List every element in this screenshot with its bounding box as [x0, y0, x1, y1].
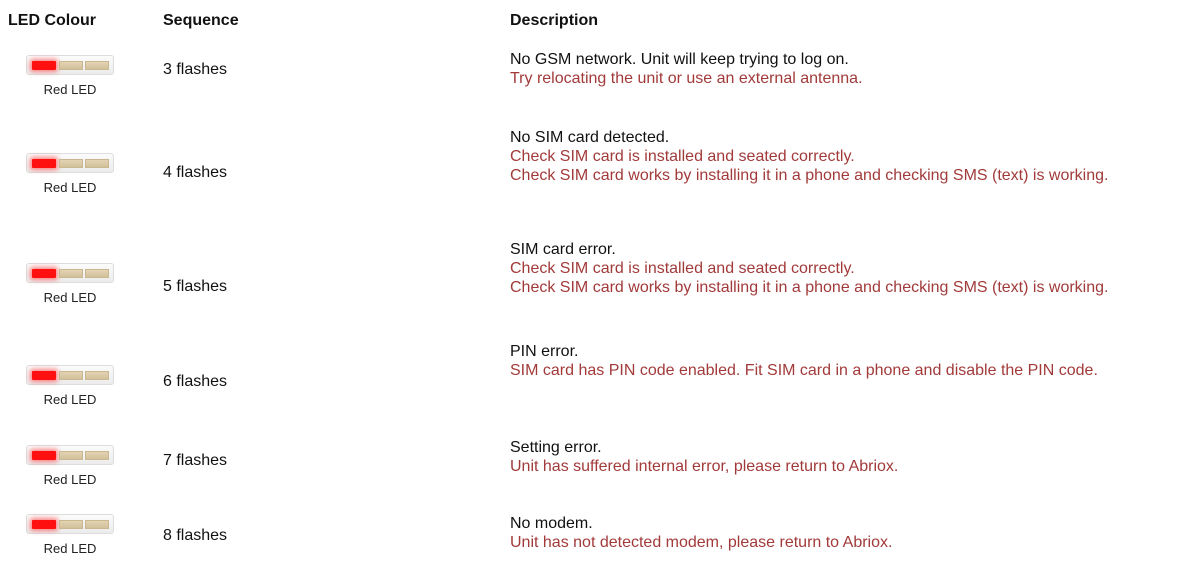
led-strip-icon: [26, 514, 114, 534]
led-indicator-cell: Red LED: [22, 263, 118, 306]
description-cell: No GSM network. Unit will keep trying to…: [510, 50, 1150, 88]
led-off-icon: [85, 451, 109, 460]
description-main: No modem.: [510, 515, 593, 532]
sequence-text: 5 flashes: [163, 278, 228, 295]
description-main: PIN error.: [510, 343, 579, 360]
header-sequence: Sequence: [163, 12, 239, 29]
description-main: No GSM network. Unit will keep trying to…: [510, 51, 849, 68]
led-label: Red LED: [43, 82, 97, 97]
description-main: SIM card error.: [510, 241, 616, 258]
description-cell: SIM card error. Check SIM card is instal…: [510, 240, 1150, 297]
clipped-previous-heading: [0, 0, 1178, 4]
sequence-text: 4 flashes: [163, 164, 228, 181]
red-led-on-icon: [32, 371, 56, 380]
red-led-on-icon: [32, 269, 56, 278]
led-off-icon: [59, 61, 83, 70]
led-label: Red LED: [43, 180, 97, 195]
led-off-icon: [59, 451, 83, 460]
led-off-icon: [85, 371, 109, 380]
led-strip-icon: [26, 445, 114, 465]
led-label: Red LED: [43, 290, 97, 305]
led-label: Red LED: [43, 392, 97, 407]
led-indicator-cell: Red LED: [22, 55, 118, 98]
led-off-icon: [85, 269, 109, 278]
led-off-icon: [59, 371, 83, 380]
sequence-text: 3 flashes: [163, 61, 228, 78]
description-note: Check SIM card works by installing it in…: [510, 279, 1109, 296]
led-strip-icon: [26, 263, 114, 283]
description-note: Try relocating the unit or use an extern…: [510, 70, 863, 87]
red-led-on-icon: [32, 61, 56, 70]
red-led-on-icon: [32, 520, 56, 529]
led-off-icon: [59, 159, 83, 168]
description-cell: PIN error. SIM card has PIN code enabled…: [510, 342, 1150, 380]
header-led-colour: LED Colour: [8, 12, 96, 29]
led-strip-icon: [26, 55, 114, 75]
description-note: Unit has suffered internal error, please…: [510, 458, 899, 475]
led-label: Red LED: [43, 472, 97, 487]
description-note: Check SIM card works by installing it in…: [510, 167, 1109, 184]
led-off-icon: [85, 159, 109, 168]
description-note: SIM card has PIN code enabled. Fit SIM c…: [510, 362, 1098, 379]
led-indicator-cell: Red LED: [22, 365, 118, 408]
led-indicator-cell: Red LED: [22, 445, 118, 488]
led-off-icon: [59, 520, 83, 529]
description-cell: No modem. Unit has not detected modem, p…: [510, 514, 1150, 552]
description-main: No SIM card detected.: [510, 129, 670, 146]
led-label: Red LED: [43, 541, 97, 556]
description-cell: Setting error. Unit has suffered interna…: [510, 438, 1150, 476]
sequence-text: 8 flashes: [163, 527, 228, 544]
led-strip-icon: [26, 153, 114, 173]
led-indicator-cell: Red LED: [22, 514, 118, 557]
led-off-icon: [85, 61, 109, 70]
description-main: Setting error.: [510, 439, 602, 456]
led-strip-icon: [26, 365, 114, 385]
led-indicator-cell: Red LED: [22, 153, 118, 196]
sequence-text: 6 flashes: [163, 373, 228, 390]
red-led-on-icon: [32, 159, 56, 168]
red-led-on-icon: [32, 451, 56, 460]
led-off-icon: [85, 520, 109, 529]
led-off-icon: [59, 269, 83, 278]
description-cell: No SIM card detected. Check SIM card is …: [510, 128, 1150, 185]
description-note: Check SIM card is installed and seated c…: [510, 148, 855, 165]
sequence-text: 7 flashes: [163, 452, 228, 469]
description-note: Check SIM card is installed and seated c…: [510, 260, 855, 277]
header-description: Description: [510, 12, 599, 29]
description-note: Unit has not detected modem, please retu…: [510, 534, 893, 551]
